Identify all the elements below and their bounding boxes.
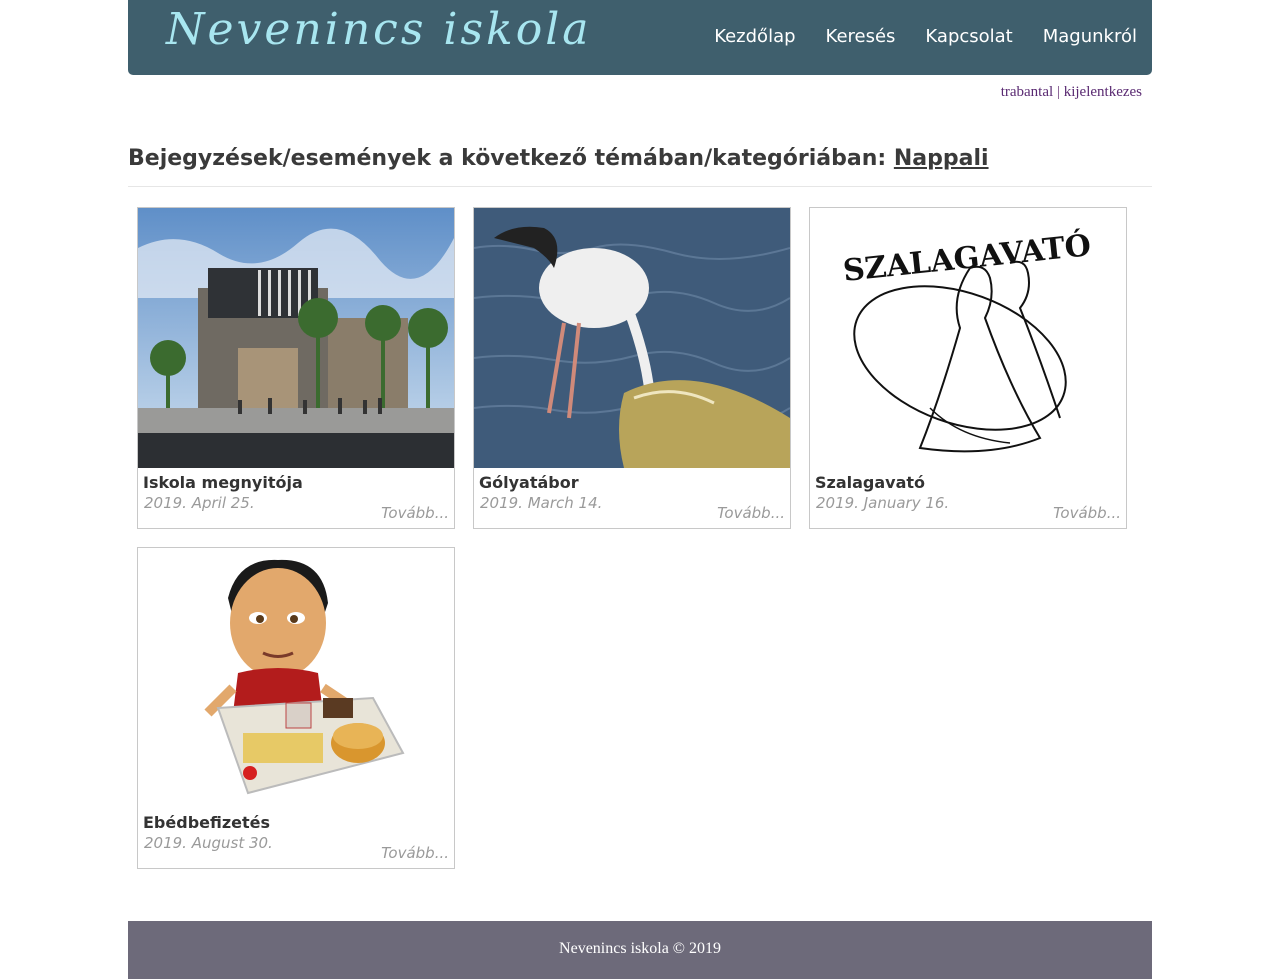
site-footer: Nevenincs iskola © 2019 — [128, 921, 1152, 979]
page-heading: Bejegyzések/események a következő témába… — [128, 146, 1152, 187]
post-card[interactable]: Gólyatábor 2019. March 14. Tovább... — [473, 207, 791, 529]
post-card[interactable]: SZALAGAVATÓ Szalagavató 2019. January 16… — [809, 207, 1127, 529]
nav-home[interactable]: Kezdőlap — [714, 26, 795, 47]
post-date: 2019. April 25. — [144, 494, 255, 512]
post-date: 2019. August 30. — [144, 834, 273, 852]
school-building-image[interactable] — [138, 208, 454, 468]
boy-lunch-tray-image[interactable] — [138, 548, 454, 808]
stork-crocodile-image[interactable] — [474, 208, 790, 468]
site-logo[interactable]: Nevenincs iskola — [166, 4, 592, 55]
nav-search[interactable]: Keresés — [826, 26, 896, 47]
site-header: Nevenincs iskola Kezdőlap Keresés Kapcso… — [128, 0, 1152, 75]
post-date: 2019. March 14. — [480, 494, 603, 512]
read-more-link[interactable]: Tovább... — [381, 844, 449, 862]
post-title[interactable]: Gólyatábor — [479, 473, 579, 492]
post-card[interactable]: Ebédbefizetés 2019. August 30. Tovább... — [137, 547, 455, 869]
nav-about[interactable]: Magunkról — [1043, 26, 1137, 47]
page-title-prefix: Bejegyzések/események a következő témába… — [128, 146, 887, 171]
read-more-link[interactable]: Tovább... — [717, 504, 785, 522]
nav-contact[interactable]: Kapcsolat — [925, 26, 1012, 47]
user-bar: trabantal | kijelentkezes — [128, 84, 1152, 101]
category-link[interactable]: Nappali — [894, 146, 989, 171]
post-date: 2019. January 16. — [816, 494, 950, 512]
username-link[interactable]: trabantal — [1001, 84, 1053, 100]
logout-link[interactable]: kijelentkezes — [1064, 84, 1142, 100]
footer-text: Nevenincs iskola © 2019 — [559, 940, 721, 957]
main-nav: Kezdőlap Keresés Kapcsolat Magunkról — [714, 26, 1137, 47]
post-title[interactable]: Iskola megnyitója — [143, 473, 303, 492]
read-more-link[interactable]: Tovább... — [1053, 504, 1121, 522]
ball-dancers-image[interactable]: SZALAGAVATÓ — [810, 208, 1126, 468]
post-card[interactable]: Iskola megnyitója 2019. April 25. Tovább… — [137, 207, 455, 529]
user-separator: | — [1056, 84, 1060, 100]
post-title[interactable]: Ebédbefizetés — [143, 813, 270, 832]
read-more-link[interactable]: Tovább... — [381, 504, 449, 522]
page-title: Bejegyzések/események a következő témába… — [128, 146, 1152, 171]
post-title[interactable]: Szalagavató — [815, 473, 925, 492]
